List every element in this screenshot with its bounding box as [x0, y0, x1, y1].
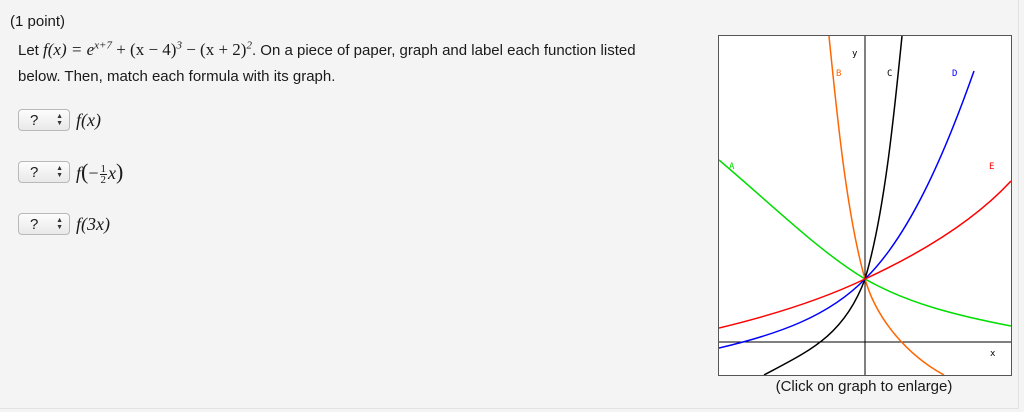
label-E: E [989, 162, 994, 172]
label-C: C [887, 69, 892, 79]
curve-D [718, 70, 975, 349]
problem-statement: Let f(x) = ex+7 + (x − 4)3 − (x + 2)2. O… [18, 37, 658, 90]
match-select-1[interactable]: ? ▲ ▼ [18, 109, 70, 131]
fdef-exp: x+7 [94, 39, 112, 52]
answer-row-1: ? ▲ ▼ f(x) [18, 109, 101, 131]
intro-text: Let [18, 42, 39, 59]
updown-arrows-icon: ▲ ▼ [56, 165, 63, 179]
match-select-3[interactable]: ? ▲ ▼ [18, 213, 70, 235]
updown-arrows-icon: ▲ ▼ [56, 217, 63, 231]
y-axis-label: y [852, 49, 858, 59]
answer-row-2: ? ▲ ▼ f(− 1 2 x) [18, 158, 124, 187]
select-value: ? [30, 163, 39, 181]
curve-C [763, 35, 903, 376]
graph-caption-link[interactable]: (Click on graph to enlarge) [718, 378, 1010, 395]
graph-svg: y x A B C D E [718, 35, 1012, 376]
fdef-mid: + (x − 4) [111, 40, 177, 59]
formula-3: f(3x) [76, 213, 110, 234]
function-definition: f(x) = ex+7 + (x − 4)3 − (x + 2)2 [43, 40, 252, 59]
fdef-mid2: − (x + 2) [181, 40, 247, 59]
select-value: ? [30, 111, 39, 129]
select-value: ? [30, 215, 39, 233]
fdef-lhs: f(x) = e [43, 40, 95, 59]
formula-1: f(x) [76, 109, 101, 130]
graph-image[interactable]: y x A B C D E [718, 35, 1012, 376]
fraction: 12 [99, 164, 107, 187]
formula-x: x [108, 162, 116, 183]
points-label: (1 point) [10, 13, 66, 30]
close-paren: ) [116, 158, 124, 184]
x-axis-label: x [990, 349, 996, 359]
problem-panel: (1 point) Let f(x) = ex+7 + (x − 4)3 − (… [0, 0, 1019, 409]
curve-B [828, 35, 945, 376]
match-select-2[interactable]: ? ▲ ▼ [18, 161, 70, 183]
label-A: A [729, 162, 735, 172]
frac-den: 2 [100, 174, 107, 187]
answer-row-3: ? ▲ ▼ f(3x) [18, 213, 110, 235]
label-D: D [952, 69, 957, 79]
updown-arrows-icon: ▲ ▼ [56, 113, 63, 127]
formula-2: f(− 1 2 x) [76, 158, 124, 187]
label-B: B [836, 69, 841, 79]
